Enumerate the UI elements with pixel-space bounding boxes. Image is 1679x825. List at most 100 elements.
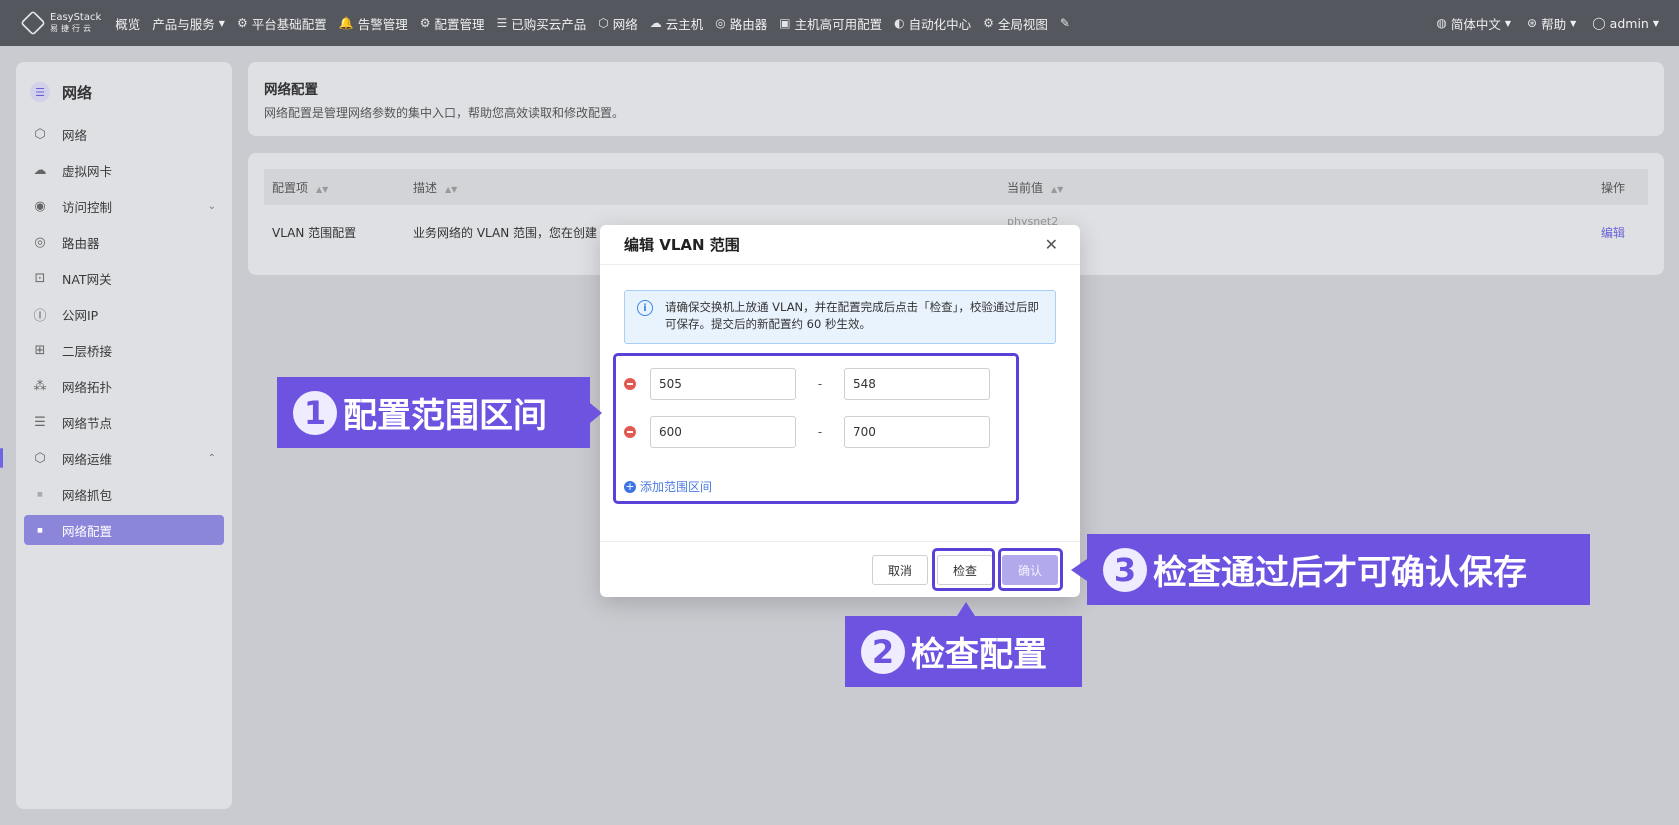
sidebar-item-label: NAT网关	[62, 271, 112, 287]
sidebar-item-label: 访问控制	[62, 199, 113, 215]
sort-icon[interactable]: ▲▼	[445, 185, 457, 194]
sidebar-item-label: 网络抓包	[62, 487, 113, 503]
nav-item[interactable]: ☁ 云主机	[650, 14, 704, 33]
edit-link[interactable]: 编辑	[1601, 226, 1625, 240]
page-title: 网络配置	[264, 82, 318, 98]
nav-item[interactable]: 🔔 告警管理	[339, 14, 408, 33]
sidebar-icon: ☁	[33, 162, 47, 178]
sidebar-icon: ⬡	[34, 126, 46, 142]
nav-item[interactable]: ◎ 路由器	[715, 14, 767, 33]
sidebar-item[interactable]: ⬡ 网络运维 ⌃	[0, 440, 232, 476]
callout-arrow	[590, 403, 602, 423]
page-description: 网络配置是管理网络参数的集中入口，帮助您高效读取和修改配置。	[264, 106, 625, 120]
nav-item[interactable]: ◐ 自动化中心	[894, 14, 971, 33]
pin-icon: ✎	[1059, 16, 1070, 30]
sidebar-item[interactable]: Ⓘ 公网IP	[16, 296, 232, 332]
callout-arrow	[957, 602, 975, 616]
logo-icon	[20, 10, 46, 36]
nav-icon: ⬡	[598, 16, 609, 30]
modal-title: 编辑 VLAN 范围	[624, 236, 740, 254]
sidebar-item-label: 虚拟网卡	[62, 163, 113, 179]
sidebar-item-label: 路由器	[62, 235, 100, 251]
column-header-name[interactable]: 配置项 ▲▼	[264, 179, 405, 196]
nav-icon: ◎	[715, 16, 726, 30]
sidebar-item[interactable]: ☰ 网络节点	[16, 404, 232, 440]
brand-logo[interactable]: EasyStack 易捷行云	[20, 10, 101, 36]
callout-text: 检查配置	[911, 635, 1047, 675]
nav-icon: ⚙	[236, 16, 248, 30]
sidebar: ☰ 网络 ⬡ 网络 ☁ 虚拟网卡 ◉ 访问控制 ⌄ ◎ 路由器 ⊡ NAT网关 Ⓘ 公网IP ⊞ 二层桥接 ⁂…	[0, 62, 232, 809]
nav-item[interactable]: ⚙ 配置管理	[420, 14, 485, 33]
globe-icon: ◍	[1436, 16, 1447, 30]
table-header: 配置项 ▲▼ 描述 ▲▼ 当前值 ▲▼ 操作	[264, 169, 1648, 205]
sidebar-item[interactable]: ■ 网络配置	[24, 515, 224, 545]
nav-icon: ☰	[496, 16, 508, 30]
nav-icon: ⚙	[419, 16, 431, 30]
callout-arrow	[1071, 559, 1087, 581]
sidebar-icon: ⬡	[34, 450, 46, 466]
language-selector[interactable]: ◍ 简体中文 ▼	[1436, 14, 1511, 33]
sidebar-icon: ⊞	[34, 342, 46, 358]
callout-text: 配置范围区间	[343, 396, 547, 436]
column-header-current[interactable]: 当前值 ▲▼	[999, 179, 1593, 196]
chevron-icon[interactable]: ⌃	[208, 453, 216, 464]
sidebar-header: ☰ 网络	[16, 76, 232, 108]
nav-item[interactable]: ☰ 已购买云产品	[496, 14, 586, 33]
cell-current-value: physnet2	[1007, 215, 1059, 228]
sidebar-icon: ◉	[34, 198, 46, 214]
sidebar-item[interactable]: ◉ 访问控制 ⌄	[16, 188, 232, 224]
info-alert: i 请确保交换机上放通 VLAN，并在配置完成后点击「检查」，校验通过后即可保存…	[624, 290, 1056, 344]
brand-sub: 易捷行云	[50, 24, 94, 33]
callout-3: 3 检查通过后才可确认保存	[1071, 534, 1590, 605]
nav-item[interactable]: 产品与服务 ▼	[152, 14, 225, 33]
sidebar-item[interactable]: ⬡ 网络	[16, 116, 232, 152]
info-icon: i	[637, 300, 653, 316]
user-menu[interactable]: ◯ admin ▼	[1592, 16, 1659, 31]
column-header-description[interactable]: 描述 ▲▼	[405, 179, 999, 196]
sidebar-item-label: 网络节点	[62, 415, 113, 431]
sidebar-icon: ⊡	[34, 270, 46, 286]
chevron-icon[interactable]: ⌄	[208, 201, 216, 212]
sidebar-item-label: 公网IP	[62, 307, 99, 323]
nav-item[interactable]: ⬡ 网络	[598, 14, 638, 33]
sidebar-item[interactable]: ⊡ NAT网关	[16, 260, 232, 296]
step-number: 3	[1103, 547, 1147, 592]
step-number: 2	[861, 629, 905, 674]
nav-item[interactable]: 概览	[115, 14, 140, 33]
range-highlight-box	[613, 353, 1019, 504]
nav-icon: ⚙	[983, 16, 994, 30]
sidebar-item[interactable]: ⁂ 网络拓扑	[16, 368, 232, 404]
sidebar-item[interactable]: ■ 网络抓包	[16, 476, 232, 512]
sidebar-title: 网络	[62, 83, 93, 102]
column-header-action: 操作	[1601, 180, 1626, 195]
sidebar-icon: ☰	[34, 414, 46, 430]
close-icon[interactable]: ✕	[1045, 235, 1058, 254]
nav-icon: 🔔	[338, 16, 354, 30]
sidebar-item-label: 网络运维	[62, 451, 113, 467]
sidebar-icon: ■	[37, 526, 43, 534]
nav-item[interactable]: ⚙ 平台基础配置	[237, 14, 327, 33]
nav-item[interactable]: ⚙ 全局视图	[983, 14, 1048, 33]
nav-icon: ▣	[779, 16, 791, 30]
callout-text: 检查通过后才可确认保存	[1153, 553, 1527, 593]
sidebar-item[interactable]: ☁ 虚拟网卡	[16, 152, 232, 188]
sidebar-item[interactable]: ⊞ 二层桥接	[16, 332, 232, 368]
check-highlight-box	[932, 548, 995, 591]
sort-icon[interactable]: ▲▼	[316, 185, 328, 194]
sidebar-item[interactable]: ◎ 路由器	[16, 224, 232, 260]
menu-icon[interactable]: ☰	[30, 82, 50, 102]
confirm-highlight-box	[998, 548, 1063, 591]
caret-down-icon: ▼	[218, 18, 225, 28]
sidebar-icon: ■	[37, 490, 43, 498]
nav-icon: ◐	[894, 16, 905, 30]
sort-icon[interactable]: ▲▼	[1051, 185, 1063, 194]
caret-down-icon: ▼	[1570, 18, 1577, 28]
sidebar-icon: ◎	[34, 234, 46, 250]
sidebar-item-label: 网络配置	[62, 523, 113, 539]
caret-down-icon: ▼	[1652, 18, 1659, 28]
help-menu[interactable]: ⊛ 帮助 ▼	[1527, 14, 1576, 33]
pin-button[interactable]: ✎	[1060, 16, 1074, 30]
cancel-button[interactable]: 取消	[872, 555, 928, 585]
nav-item[interactable]: ▣ 主机高可用配置	[779, 14, 882, 33]
top-navbar: EasyStack 易捷行云 概览 产品与服务 ▼ ⚙ 平台基础配置 🔔 告警管理 ⚙ 配置管理…	[0, 0, 1679, 46]
